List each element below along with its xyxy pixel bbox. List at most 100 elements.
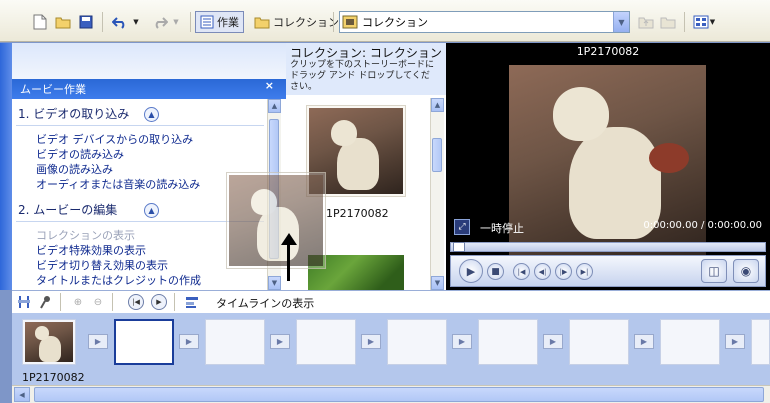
transition-slot[interactable]: ▶ [543, 334, 563, 349]
collections-label: コレクション [273, 16, 339, 29]
save-icon[interactable] [76, 11, 96, 33]
storyboard-empty-slot[interactable] [569, 319, 629, 365]
monitor-status-bar: ⤢ 一時停止 0:00:00.00 / 0:00:00.00 [446, 216, 770, 240]
fullscreen-icon[interactable]: ⤢ [454, 219, 470, 235]
link-import-video[interactable]: ビデオの読み込み [36, 146, 124, 162]
link-capture-from-device[interactable]: ビデオ デバイスからの取り込み [36, 131, 193, 147]
storyboard-empty-slot[interactable] [296, 319, 356, 365]
play-icon[interactable]: ▶ [459, 259, 483, 283]
play-storyboard-icon[interactable]: ▶ [151, 294, 167, 310]
collection-header: コレクション: コレクション クリップを下のストーリーボードにドラッグ アンド … [286, 43, 446, 95]
tasks-icon [200, 15, 214, 29]
tasks-button[interactable]: 作業 [195, 11, 244, 33]
link-show-video-effects[interactable]: ビデオ特殊効果の表示 [36, 242, 146, 258]
narrate-microphone-icon[interactable] [38, 294, 54, 310]
collection-select-value: コレクション [362, 16, 428, 29]
monitor-title: 1P2170082 [576, 45, 640, 58]
collections-folder-icon [254, 17, 270, 29]
transition-slot[interactable]: ▶ [361, 334, 381, 349]
redo-dropdown-icon[interactable]: ▼ [170, 11, 182, 33]
collection-scrollbar[interactable]: ▲ ▼ [430, 98, 444, 290]
undo-icon[interactable] [110, 11, 130, 33]
storyboard-empty-slot[interactable] [114, 319, 174, 365]
task-pane-header: ムービー作業 × [12, 79, 286, 99]
storyboard-scrollbar[interactable]: ◀ [12, 385, 770, 403]
scroll-up-icon[interactable]: ▲ [268, 99, 281, 113]
transition-slot[interactable]: ▶ [179, 334, 199, 349]
drag-ghost-image [229, 175, 323, 266]
scroll-left-icon[interactable]: ◀ [14, 387, 30, 402]
take-picture-icon[interactable]: ◉ [733, 259, 759, 283]
scroll-down-icon[interactable]: ▼ [431, 276, 444, 290]
chevron-down-icon[interactable]: ▼ [613, 12, 629, 32]
playback-time: 0:00:00.00 / 0:00:00.00 [643, 220, 762, 231]
seek-knob[interactable] [453, 242, 465, 252]
window-edge [0, 43, 12, 290]
link-show-transitions[interactable]: ビデオ切り替え効果の表示 [36, 257, 168, 273]
undo-dropdown-icon[interactable]: ▼ [130, 11, 142, 33]
main-toolbar: ▼ ▼ 作業 コレクション コレクション ▼ ▼ [0, 0, 770, 42]
zoom-out-icon[interactable]: ⊖ [90, 294, 106, 310]
storyboard-empty-slot[interactable] [660, 319, 720, 365]
close-icon[interactable]: × [265, 79, 274, 92]
storyboard-empty-slot[interactable] [387, 319, 447, 365]
collapse-section-edit-icon[interactable]: ▲ [144, 203, 159, 218]
scroll-down-icon[interactable]: ▼ [268, 276, 281, 290]
preview-monitor: 1P2170082 ⤢ 一時停止 0:00:00.00 / 0:00:00.00… [446, 43, 770, 290]
link-make-titles[interactable]: タイトルまたはクレジットの作成 [36, 272, 201, 288]
set-audio-levels-icon[interactable] [16, 294, 32, 310]
split-clip-icon[interactable]: ◫ [701, 259, 727, 283]
next-clip-icon[interactable]: ▶| [576, 263, 593, 280]
new-folder-icon[interactable] [658, 11, 678, 33]
forward-icon[interactable]: |▶ [555, 263, 572, 280]
collection-title: コレクション: コレクション [290, 46, 442, 60]
playback-controls: ▶ ■ |◀ ◀| |▶ ▶| ◫ ◉ [450, 255, 766, 287]
up-folder-icon[interactable] [636, 11, 656, 33]
seek-bar[interactable] [450, 242, 766, 252]
collection-scroll-thumb[interactable] [432, 138, 442, 172]
storyboard-scroll-thumb[interactable] [34, 387, 764, 402]
storyboard-empty-slot[interactable] [205, 319, 265, 365]
clip-thumbnail-label: 1P2170082 [326, 207, 389, 220]
storyboard-clip[interactable] [22, 319, 76, 365]
collapse-section-capture-icon[interactable]: ▲ [144, 107, 159, 122]
view-options-button[interactable]: ▼ [690, 11, 718, 33]
storyboard: 1P2170082 ▶ ▶ ▶ ▶ ▶ ▶ ▶ ▶ [12, 313, 770, 385]
storyboard-clip-image [25, 322, 73, 362]
transition-slot[interactable]: ▶ [270, 334, 290, 349]
section-title-capture: 1. ビデオの取り込み [18, 107, 130, 121]
link-show-collections[interactable]: コレクションの表示 [36, 227, 135, 243]
previous-clip-icon[interactable]: |◀ [513, 263, 530, 280]
view-grid-icon [693, 15, 709, 29]
link-import-audio[interactable]: オーディオまたは音楽の読み込み [36, 176, 200, 192]
transition-slot[interactable]: ▶ [88, 334, 108, 349]
rewind-icon[interactable]: ◀| [534, 263, 551, 280]
show-timeline-button[interactable]: タイムラインの表示 [216, 295, 314, 311]
new-project-icon[interactable] [30, 11, 50, 33]
transition-slot[interactable]: ▶ [634, 334, 654, 349]
link-import-pictures[interactable]: 画像の読み込み [36, 161, 113, 177]
collection-select-icon [342, 15, 358, 29]
zoom-in-icon[interactable]: ⊕ [70, 294, 86, 310]
tasks-label: 作業 [217, 16, 239, 29]
storyboard-empty-slot[interactable] [478, 319, 538, 365]
drag-ghost-thumbnail [226, 172, 326, 269]
task-pane-banner [12, 43, 286, 79]
timeline-view-icon[interactable] [184, 294, 200, 310]
redo-icon[interactable] [150, 11, 170, 33]
drag-arrow-black-head [281, 233, 297, 245]
transition-slot[interactable]: ▶ [725, 334, 745, 349]
stop-icon[interactable]: ■ [487, 263, 504, 280]
rewind-storyboard-icon[interactable]: |◀ [128, 294, 144, 310]
playback-status: 一時停止 [480, 222, 524, 235]
open-folder-icon[interactable] [53, 11, 73, 33]
section-title-edit: 2. ムービーの編集 [18, 203, 118, 217]
task-pane-title: ムービー作業 [20, 83, 86, 96]
storyboard-empty-slot[interactable] [751, 319, 770, 365]
storyboard-toolbar: ⊕ ⊖ |◀ ▶ タイムラインの表示 [12, 290, 770, 313]
collection-select[interactable]: コレクション ▼ [339, 11, 630, 33]
collections-button[interactable]: コレクション [254, 11, 339, 33]
transition-slot[interactable]: ▶ [452, 334, 472, 349]
collection-hint: クリップを下のストーリーボードにドラッグ アンド ドロップしてください。 [290, 60, 435, 92]
scroll-up-icon[interactable]: ▲ [431, 98, 444, 112]
